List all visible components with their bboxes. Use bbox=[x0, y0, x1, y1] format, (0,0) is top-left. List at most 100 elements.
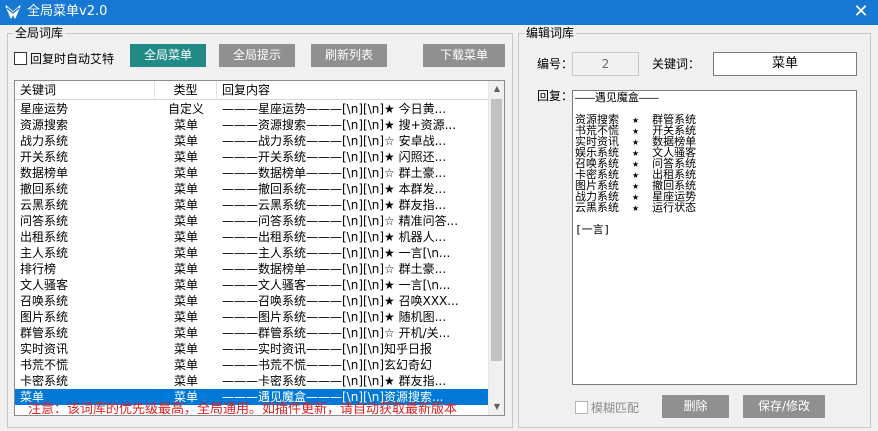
id-label: 编号： bbox=[537, 57, 574, 71]
fuzzy-match-label: 模糊匹配 bbox=[591, 401, 640, 415]
checkbox-box[interactable] bbox=[14, 52, 27, 65]
row-keyword: 开关系统 bbox=[20, 150, 69, 164]
row-keyword: 问答系统 bbox=[20, 214, 69, 228]
row-type: 菜单 bbox=[173, 374, 198, 388]
row-reply: ———开关系统———[\n][\n]★ 闪照还... bbox=[222, 150, 447, 164]
row-reply: ———出租系统———[\n][\n]★ 机器人... bbox=[222, 230, 447, 244]
row-type: 自定义 bbox=[167, 102, 204, 116]
table-row[interactable]: 资源搜索 菜单 ———资源搜索———[\n][\n]★ 搜+资源... bbox=[15, 117, 489, 133]
row-reply: ———卡密系统———[\n][\n]★ 群友指... bbox=[222, 374, 447, 388]
row-type: 菜单 bbox=[173, 198, 198, 212]
delete-button[interactable]: 删除 bbox=[662, 395, 729, 418]
table-row[interactable]: 出租系统 菜单 ———出租系统———[\n][\n]★ 机器人... bbox=[15, 229, 489, 245]
row-keyword: 卡密系统 bbox=[20, 374, 69, 388]
row-reply: ———文人骚客———[\n][\n]★ 一言[\n... bbox=[222, 278, 451, 292]
table-row[interactable]: 战力系统 菜单 ———战力系统———[\n][\n]☆ 安卓战... bbox=[15, 133, 489, 149]
list-scrollbar[interactable]: ▲ ▼ bbox=[488, 81, 504, 415]
header-type[interactable]: 类型 bbox=[155, 81, 217, 100]
row-type: 菜单 bbox=[173, 166, 198, 180]
table-row[interactable]: 数据榜单 菜单 ———数据榜单———[\n][\n]☆ 群土豪... bbox=[15, 165, 489, 181]
row-keyword: 实时资讯 bbox=[20, 342, 69, 356]
table-row[interactable]: 撤回系统 菜单 ———撤回系统———[\n][\n]★ 本群发... bbox=[15, 181, 489, 197]
row-reply: ———群管系统———[\n][\n]☆ 开机/关... bbox=[222, 326, 451, 340]
row-type: 菜单 bbox=[173, 134, 198, 148]
row-keyword: 图片系统 bbox=[20, 310, 69, 324]
table-row[interactable]: 文人骚客 菜单 ———文人骚客———[\n][\n]★ 一言[\n... bbox=[15, 277, 489, 293]
table-row[interactable]: 卡密系统 菜单 ———卡密系统———[\n][\n]★ 群友指... bbox=[15, 373, 489, 389]
close-button[interactable]: ✕ bbox=[850, 2, 872, 22]
row-reply: ———图片系统———[\n][\n]★ 随机图... bbox=[222, 310, 447, 324]
table-row[interactable]: 群管系统 菜单 ———群管系统———[\n][\n]☆ 开机/关... bbox=[15, 325, 489, 341]
table-row[interactable]: 实时资讯 菜单 ———实时资讯———[\n][\n]知乎日报 bbox=[15, 341, 489, 357]
row-type: 菜单 bbox=[173, 326, 198, 340]
row-reply: ———资源搜索———[\n][\n]★ 搜+资源... bbox=[222, 118, 457, 132]
header-keyword[interactable]: 关键词 bbox=[15, 81, 155, 100]
row-reply: ———实时资讯———[\n][\n]知乎日报 bbox=[222, 342, 433, 356]
row-type: 菜单 bbox=[173, 246, 198, 260]
row-reply: ———数据榜单———[\n][\n]☆ 群土豪... bbox=[222, 262, 447, 276]
row-keyword: 群管系统 bbox=[20, 326, 69, 340]
row-type: 菜单 bbox=[173, 150, 198, 164]
keyword-field[interactable]: 菜单 bbox=[713, 52, 857, 76]
keyword-label: 关键词： bbox=[652, 57, 701, 71]
header-reply[interactable]: 回复内容 bbox=[217, 81, 489, 100]
list-rows: 星座运势 自定义 ———星座运势———[\n][\n]★ 今日黄... 资源搜索 菜单 —… bbox=[15, 101, 489, 405]
reply-label: 回复： bbox=[537, 89, 574, 103]
row-keyword: 书荒不慌 bbox=[20, 358, 69, 372]
row-type: 菜单 bbox=[173, 182, 198, 196]
row-keyword: 召唤系统 bbox=[20, 294, 69, 308]
row-keyword: 排行榜 bbox=[20, 262, 57, 276]
global-menu-button[interactable]: 全局菜单 bbox=[130, 44, 206, 67]
keyword-list[interactable]: 关键词 类型 回复内容 星座运势 自定义 ———星座运势———[\n][\n]★ 今… bbox=[14, 80, 505, 416]
table-row[interactable]: 召唤系统 菜单 ———召唤系统———[\n][\n]★ 召唤XXX... bbox=[15, 293, 489, 309]
row-type: 菜单 bbox=[173, 278, 198, 292]
table-row[interactable]: 图片系统 菜单 ———图片系统———[\n][\n]★ 随机图... bbox=[15, 309, 489, 325]
table-row[interactable]: 开关系统 菜单 ———开关系统———[\n][\n]★ 闪照还... bbox=[15, 149, 489, 165]
app-logo-icon bbox=[5, 5, 21, 19]
global-library-title: 全局词库 bbox=[13, 26, 66, 40]
row-type: 菜单 bbox=[173, 230, 198, 244]
row-reply: ———战力系统———[\n][\n]☆ 安卓战... bbox=[222, 134, 447, 148]
save-button[interactable]: 保存/修改 bbox=[743, 395, 825, 418]
row-keyword: 数据榜单 bbox=[20, 166, 69, 180]
row-keyword: 资源搜索 bbox=[20, 118, 69, 132]
row-reply: ———书荒不慌———[\n][\n]玄幻奇幻 bbox=[222, 358, 433, 372]
row-keyword: 主人系统 bbox=[20, 246, 69, 260]
window-client: 全局词库 回复时自动艾特 全局菜单 全局提示 刷新列表 下载菜单 关键词 类型 … bbox=[0, 25, 878, 431]
table-row[interactable]: 排行榜 菜单 ———数据榜单———[\n][\n]☆ 群土豪... bbox=[15, 261, 489, 277]
title-bar: 全局菜单v2.0 ✕ bbox=[0, 0, 878, 25]
scroll-down-icon[interactable]: ▼ bbox=[489, 399, 504, 415]
auto-at-label: 回复时自动艾特 bbox=[30, 52, 115, 66]
id-field: 2 bbox=[572, 52, 639, 76]
window-title: 全局菜单v2.0 bbox=[27, 4, 108, 19]
row-type: 菜单 bbox=[173, 342, 198, 356]
refresh-list-button[interactable]: 刷新列表 bbox=[311, 44, 387, 67]
row-type: 菜单 bbox=[173, 310, 198, 324]
row-reply: ———云黑系统———[\n][\n]★ 群友指... bbox=[222, 198, 447, 212]
scroll-up-icon[interactable]: ▲ bbox=[489, 81, 504, 97]
list-header: 关键词 类型 回复内容 bbox=[15, 81, 489, 100]
row-type: 菜单 bbox=[173, 358, 198, 372]
table-row[interactable]: 云黑系统 菜单 ———云黑系统———[\n][\n]★ 群友指... bbox=[15, 197, 489, 213]
row-reply: ———数据榜单———[\n][\n]☆ 群土豪... bbox=[222, 166, 447, 180]
edit-library-title: 编辑词库 bbox=[524, 26, 577, 40]
row-keyword: 出租系统 bbox=[20, 230, 69, 244]
checkbox-box[interactable] bbox=[575, 401, 588, 414]
row-keyword: 文人骚客 bbox=[20, 278, 69, 292]
table-row[interactable]: 书荒不慌 菜单 ———书荒不慌———[\n][\n]玄幻奇幻 bbox=[15, 357, 489, 373]
row-keyword: 云黑系统 bbox=[20, 198, 69, 212]
auto-at-checkbox[interactable]: 回复时自动艾特 bbox=[14, 50, 114, 67]
fuzzy-match-checkbox[interactable]: 模糊匹配 bbox=[575, 399, 639, 416]
table-row[interactable]: 问答系统 菜单 ———问答系统———[\n][\n]☆ 精准问答... bbox=[15, 213, 489, 229]
close-icon: ✕ bbox=[853, 1, 869, 22]
row-type: 菜单 bbox=[173, 262, 198, 276]
scroll-thumb[interactable] bbox=[491, 99, 502, 361]
row-type: 菜单 bbox=[173, 294, 198, 308]
table-row[interactable]: 主人系统 菜单 ———主人系统———[\n][\n]★ 一言[\n... bbox=[15, 245, 489, 261]
table-row[interactable]: 星座运势 自定义 ———星座运势———[\n][\n]★ 今日黄... bbox=[15, 101, 489, 117]
global-hint-button[interactable]: 全局提示 bbox=[219, 44, 295, 67]
row-reply: ———主人系统———[\n][\n]★ 一言[\n... bbox=[222, 246, 451, 260]
download-menu-button[interactable]: 下载菜单 bbox=[423, 44, 505, 67]
reply-textarea[interactable]: ———遇见魔盒——— 资源搜索 ★ 群管系统 书荒不慌 ★ 开关系统 实时资讯 … bbox=[572, 90, 857, 385]
row-reply: ———撤回系统———[\n][\n]★ 本群发... bbox=[222, 182, 447, 196]
